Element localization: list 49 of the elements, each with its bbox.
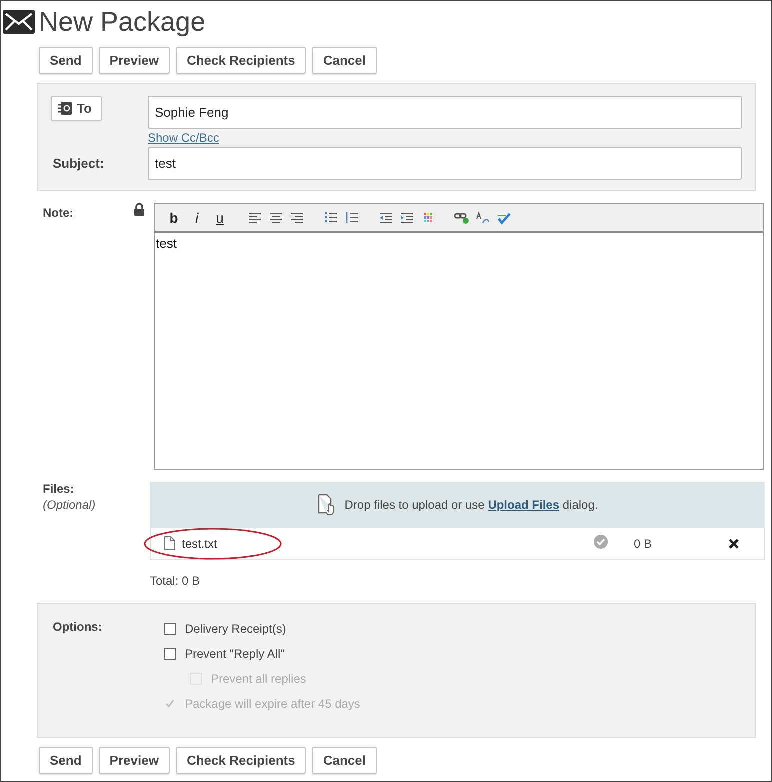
envelope-icon [3, 10, 35, 34]
checkbox[interactable] [164, 622, 176, 634]
option-label: Package will expire after 45 days [185, 696, 360, 710]
checkbox[interactable] [164, 648, 176, 660]
option-label: Delivery Receipt(s) [185, 622, 286, 636]
send-button[interactable]: Send [39, 747, 93, 774]
optional-hint: (Optional) [43, 498, 97, 512]
files-label: Files: [43, 482, 76, 496]
upload-file-icon [316, 494, 337, 516]
outdent-icon[interactable] [378, 210, 394, 224]
total-size: Total: 0 B [150, 574, 202, 588]
remove-icon[interactable] [728, 538, 740, 550]
bulleted-list-icon[interactable] [323, 210, 339, 224]
subject-label: Subject: [52, 156, 106, 171]
cancel-button[interactable]: Cancel [312, 747, 377, 774]
drop-instructions: Drop files to upload or use Upload Files dialog. [344, 498, 598, 512]
file-size: 0 B [634, 536, 652, 550]
file-name: test.txt [182, 536, 218, 550]
upload-files-link[interactable]: Upload Files [488, 498, 560, 512]
align-left-icon[interactable] [247, 210, 263, 224]
options-label: Options: [53, 620, 104, 636]
indent-icon[interactable] [399, 210, 415, 224]
to-field[interactable]: Sophie Feng [148, 96, 742, 129]
to-button[interactable]: To [51, 96, 102, 121]
page-title: New Package [39, 6, 206, 38]
option-label: Prevent "Reply All" [185, 646, 285, 660]
align-right-icon[interactable] [289, 210, 305, 224]
spell-check-icon[interactable] [496, 210, 512, 224]
italic-button[interactable]: i [188, 210, 206, 226]
preview-button[interactable]: Preview [98, 747, 170, 774]
send-button[interactable]: Send [39, 47, 93, 74]
cancel-button[interactable]: Cancel [312, 47, 377, 74]
note-editor[interactable]: b i u test [154, 203, 764, 470]
check-recipients-button[interactable]: Check Recipients [176, 47, 306, 74]
address-book-icon [58, 101, 73, 116]
note-label: Note: [43, 205, 74, 222]
check-recipients-button[interactable]: Check Recipients [176, 747, 306, 774]
chain-link-icon[interactable] [454, 210, 470, 224]
preview-button[interactable]: Preview [98, 47, 170, 74]
underline-button[interactable]: u [211, 210, 229, 226]
spelling-icon[interactable] [475, 210, 491, 224]
subject-field[interactable]: test [148, 147, 742, 180]
show-cc-bcc-link[interactable]: Show Cc/Bcc [148, 131, 220, 145]
option-label: Prevent all replies [211, 672, 306, 686]
bold-button[interactable]: b [165, 210, 183, 226]
file-icon [164, 536, 176, 551]
drop-zone[interactable]: Drop files to upload or use Upload Files dialog. [150, 482, 765, 528]
align-center-icon[interactable] [268, 210, 284, 224]
numbered-list-icon[interactable] [344, 210, 360, 224]
